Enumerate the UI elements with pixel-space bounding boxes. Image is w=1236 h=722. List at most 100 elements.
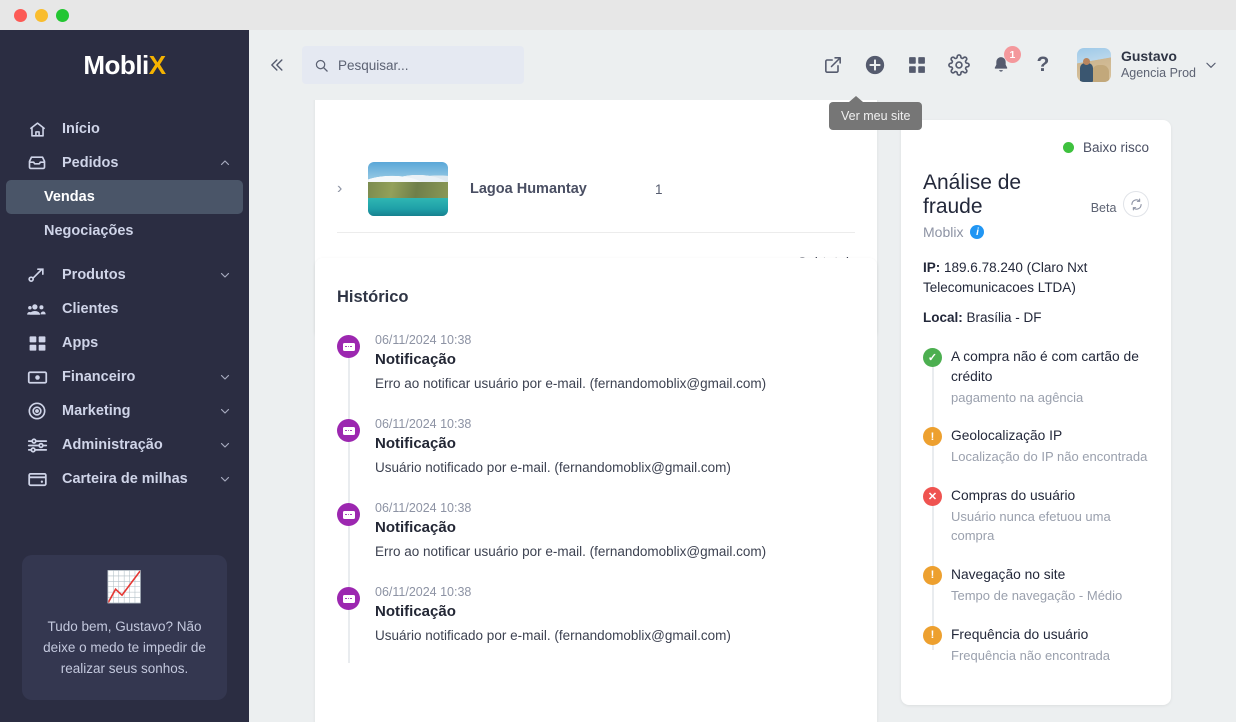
- check-subtitle: Usuário nunca efetuou uma compra: [951, 509, 1111, 544]
- search-input[interactable]: [338, 57, 512, 73]
- help-glyph: ?: [1036, 53, 1050, 76]
- sidebar-item-carteira-de-milhas[interactable]: Carteira de milhas: [0, 462, 249, 496]
- provider-row: Moblix i: [923, 224, 1149, 240]
- sidebar-item-administracao[interactable]: Administração: [0, 428, 249, 462]
- avatar: [1076, 48, 1111, 82]
- users-icon: [26, 298, 48, 320]
- collapse-sidebar-button[interactable]: [261, 50, 291, 80]
- app-logo[interactable]: MobliX: [0, 30, 249, 100]
- avatar-background-detail: [1091, 65, 1109, 82]
- fraud-check-item: ! Geolocalização IP Localização do IP nã…: [923, 426, 1149, 467]
- window-maximize-button[interactable]: [56, 8, 69, 22]
- check-error-icon: ✕: [923, 487, 942, 507]
- product-tag-icon: [26, 264, 48, 286]
- fraud-checks-list: ✓ A compra não é com cartão de crédito p…: [923, 347, 1149, 666]
- check-warning-icon: !: [923, 565, 942, 585]
- fraud-check-item: ✓ A compra não é com cartão de crédito p…: [923, 347, 1149, 408]
- user-org: Agencia Prod: [1120, 65, 1196, 80]
- check-subtitle: pagamento na agência: [951, 389, 1084, 405]
- logo-text: Mobli: [83, 49, 149, 80]
- notification-badge: 1: [1003, 46, 1021, 63]
- info-icon[interactable]: i: [970, 225, 985, 239]
- chevron-down-icon: [219, 473, 231, 485]
- order-product-row[interactable]: › Lagoa Humantay 1: [315, 146, 877, 232]
- chevron-down-icon: [219, 405, 231, 417]
- sidebar-item-marketing[interactable]: Marketing: [0, 394, 249, 428]
- check-title: A compra não é com cartão de crédito: [951, 348, 1139, 384]
- history-entry-title: Notificação: [375, 351, 456, 368]
- history-entry-date: 06/11/2024 10:38: [375, 501, 472, 515]
- history-entry: 06/11/2024 10:38 Notificação Usuário not…: [337, 585, 855, 643]
- ip-label: IP:: [923, 260, 941, 275]
- refresh-button[interactable]: [1123, 191, 1149, 217]
- history-entry-description: Erro ao notificar usuário por e-mail. (f…: [375, 376, 767, 391]
- sidebar: MobliX Início Pedidos Vendas Negociações…: [0, 30, 249, 722]
- money-icon: [26, 366, 48, 388]
- expand-row-chevron-icon[interactable]: ›: [337, 180, 359, 198]
- sidebar-item-negociacoes[interactable]: Negociações: [0, 214, 249, 248]
- risk-status: Baixo risco: [923, 140, 1149, 155]
- chevron-down-icon: [219, 439, 231, 451]
- check-title: Frequência do usuário: [951, 626, 1089, 642]
- promo-text: Tudo bem, Gustavo? Não deixe o medo te i…: [43, 619, 206, 677]
- check-title: Geolocalização IP: [951, 428, 1063, 444]
- user-menu[interactable]: Gustavo Agencia Prod: [1076, 48, 1218, 82]
- check-warning-icon: !: [923, 625, 942, 645]
- sidebar-item-produtos[interactable]: Produtos: [0, 258, 249, 292]
- app-window: MobliX Início Pedidos Vendas Negociações…: [0, 0, 1236, 722]
- sidebar-item-financeiro[interactable]: Financeiro: [0, 360, 249, 394]
- main-content: › Lagoa Humantay 1 Subtotal Histórico: [249, 100, 1236, 722]
- window-minimize-button[interactable]: [35, 8, 48, 22]
- local-value: Brasília - DF: [966, 309, 1042, 325]
- chevron-down-icon[interactable]: [1204, 58, 1218, 72]
- notification-icon: [337, 587, 360, 610]
- sidebar-item-apps[interactable]: Apps: [0, 326, 249, 360]
- local-label: Local:: [923, 309, 963, 325]
- history-entry-description: Erro ao notificar usuário por e-mail. (f…: [375, 544, 767, 559]
- bell-icon[interactable]: 1: [989, 46, 1021, 77]
- ip-line: IP: 189.6.78.240 (Claro Nxt Telecomunica…: [923, 258, 1149, 299]
- sidebar-subitem-label: Negociações: [44, 223, 134, 239]
- logo-accent: X: [148, 49, 166, 80]
- gear-icon[interactable]: [947, 53, 971, 77]
- user-meta: Gustavo Agencia Prod: [1121, 48, 1196, 81]
- history-entry-date: 06/11/2024 10:38: [375, 333, 472, 347]
- user-name: Gustavo: [1120, 48, 1177, 65]
- grid-apps-icon[interactable]: [905, 53, 929, 77]
- chevron-down-icon: [219, 371, 231, 383]
- window-close-button[interactable]: [14, 8, 27, 22]
- wallet-icon: [26, 468, 48, 490]
- sidebar-item-label: Marketing: [62, 403, 131, 419]
- grid-icon: [26, 332, 48, 354]
- history-card: Histórico 06/11/2024 10:38 Notificação E…: [315, 258, 877, 722]
- history-entry-title: Notificação: [375, 519, 456, 536]
- sidebar-promo-card: 📈 Tudo bem, Gustavo? Não deixe o medo te…: [22, 555, 227, 700]
- sidebar-item-clientes[interactable]: Clientes: [0, 292, 249, 326]
- sidebar-item-label: Clientes: [62, 301, 119, 317]
- fraud-check-item: ! Frequência do usuário Frequência não e…: [923, 625, 1149, 666]
- history-entry-description: Usuário notificado por e-mail. (fernando…: [375, 628, 731, 643]
- fraud-check-item: ✕ Compras do usuário Usuário nunca efetu…: [923, 486, 1149, 546]
- plus-circle-icon[interactable]: [863, 53, 887, 77]
- history-entry-date: 06/11/2024 10:38: [375, 417, 472, 431]
- search-box[interactable]: [302, 46, 524, 84]
- sidebar-item-label: Início: [62, 121, 100, 137]
- check-subtitle: Frequência não encontrada: [951, 647, 1111, 663]
- home-icon: [26, 118, 48, 140]
- history-entry-description: Usuário notificado por e-mail. (fernando…: [375, 460, 731, 475]
- sidebar-item-inicio[interactable]: Início: [0, 112, 249, 146]
- window-titlebar: [0, 0, 1236, 30]
- history-entry: 06/11/2024 10:38 Notificação Usuário not…: [337, 417, 855, 475]
- status-badge: Baixo risco: [1082, 140, 1149, 155]
- product-name: Lagoa Humantay: [470, 181, 587, 197]
- status-dot-icon: [1062, 142, 1074, 153]
- help-icon[interactable]: ?: [1031, 53, 1055, 77]
- check-subtitle: Tempo de navegação - Médio: [951, 587, 1123, 603]
- notification-icon: [337, 419, 360, 442]
- avatar-person-detail: [1079, 63, 1093, 82]
- external-link-icon[interactable]: [821, 53, 845, 77]
- sidebar-item-vendas[interactable]: Vendas: [6, 180, 243, 214]
- sidebar-item-pedidos[interactable]: Pedidos: [0, 146, 249, 180]
- target-icon: [26, 400, 48, 422]
